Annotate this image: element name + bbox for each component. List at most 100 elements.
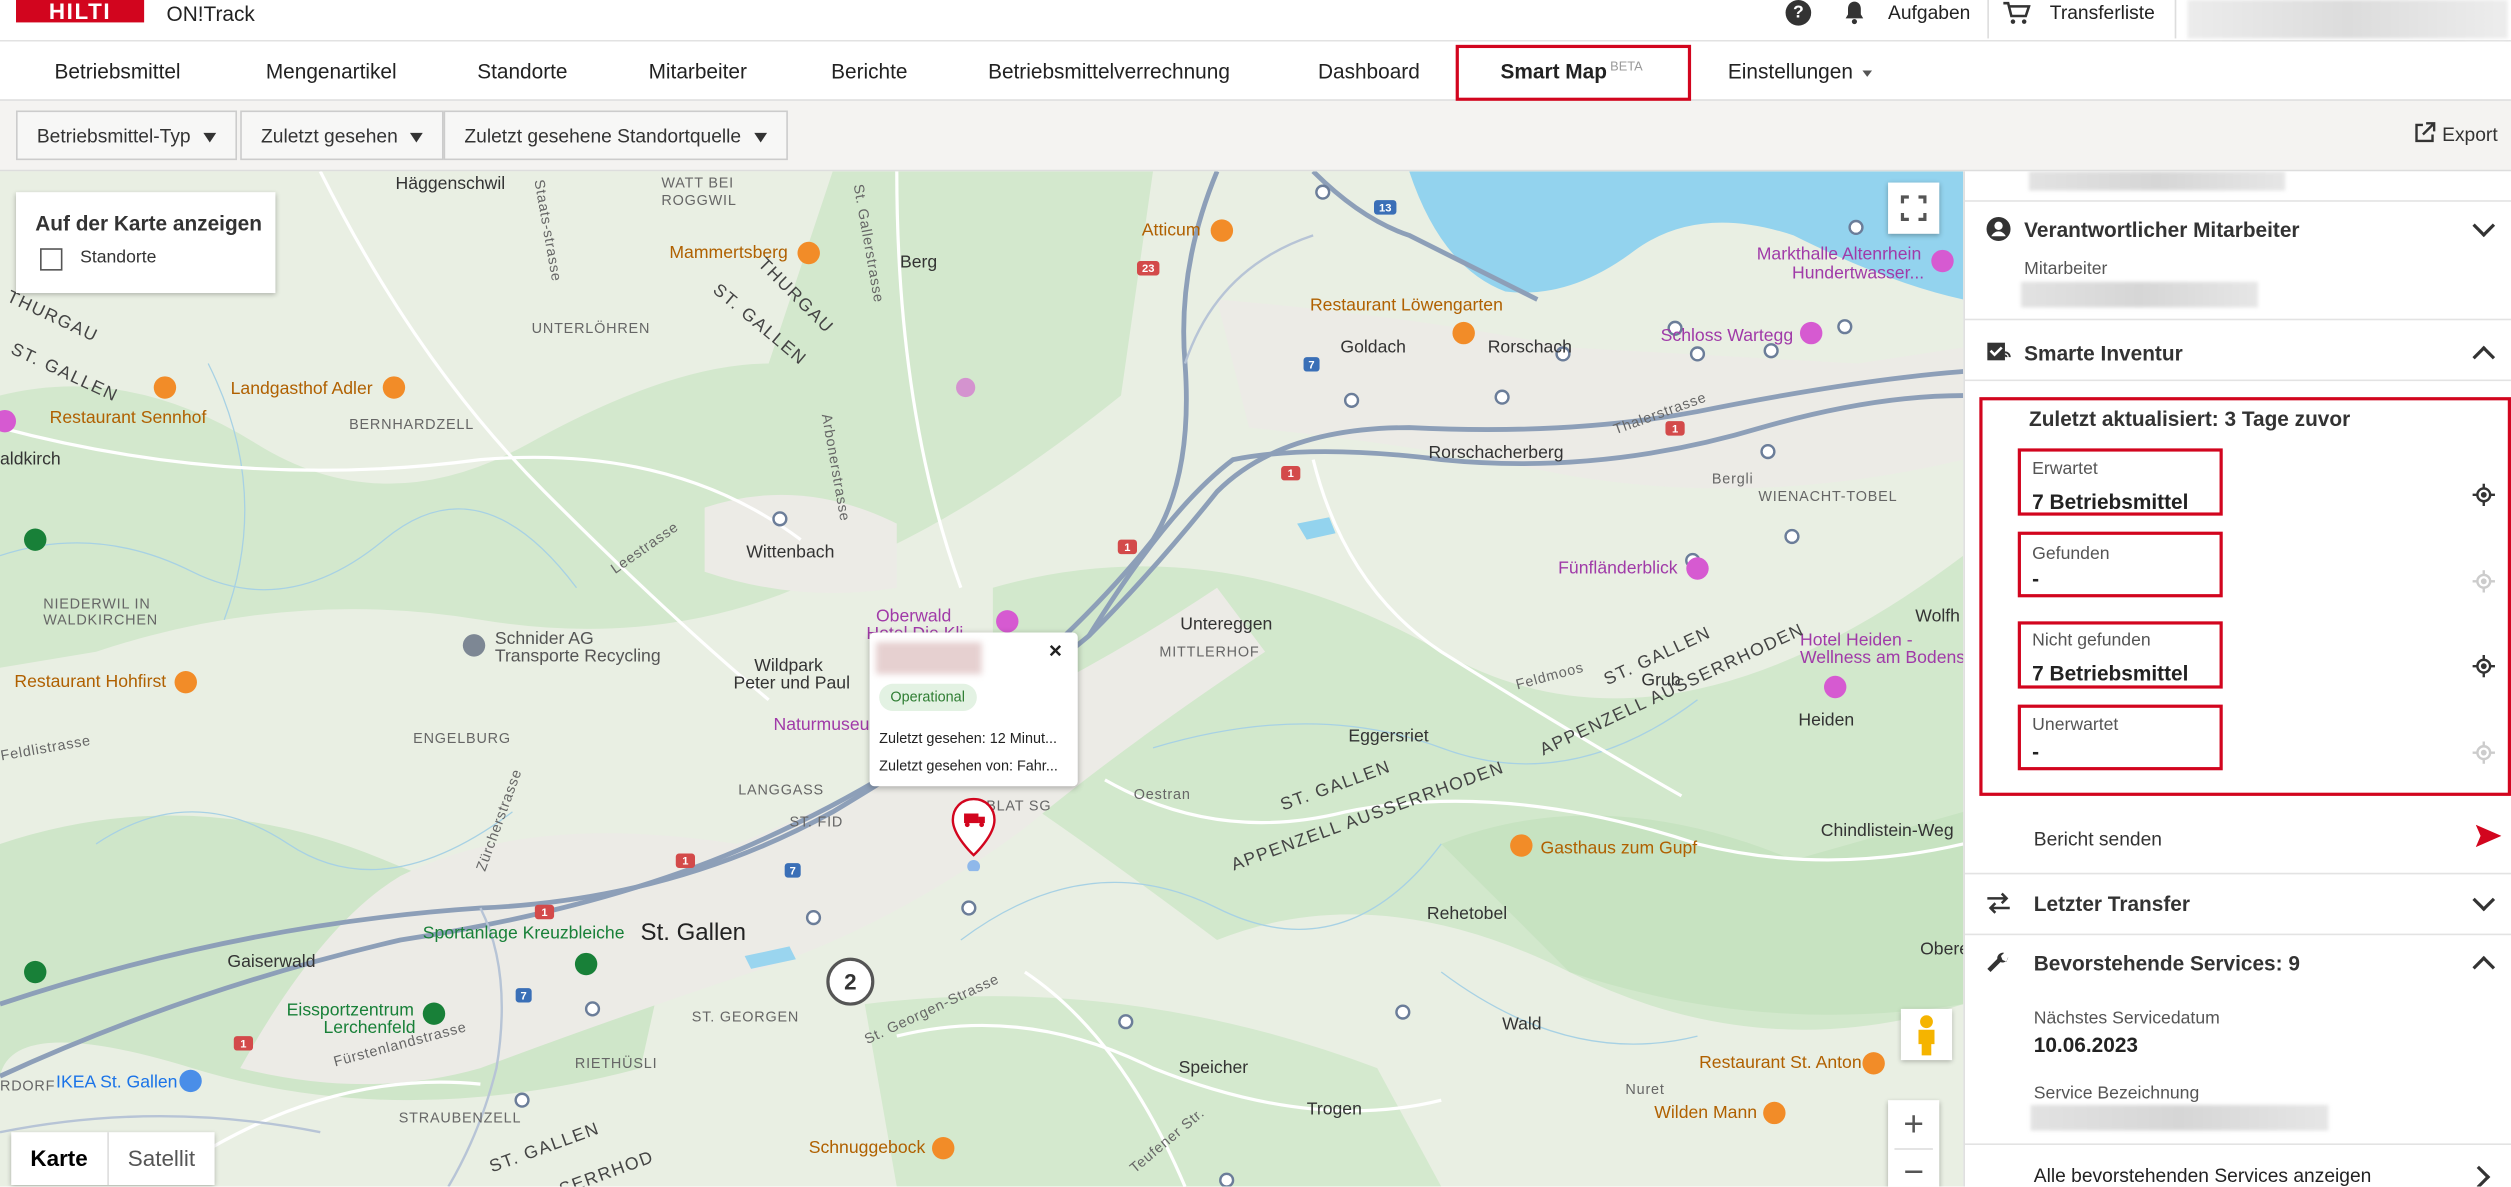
fullscreen-button[interactable] [1888, 182, 1940, 234]
chevron-up-icon[interactable] [2472, 955, 2496, 979]
route-shield: 1 [240, 1038, 246, 1050]
responsible-title[interactable]: Verantwortlicher Mitarbeiter [2024, 218, 2299, 242]
map-type-satellit[interactable]: Satellit [109, 1132, 215, 1185]
inventory-icon [1987, 342, 2011, 361]
chevron-down-icon[interactable] [2472, 888, 2496, 912]
locate-expected-icon[interactable] [2472, 483, 2495, 507]
route-shield: 1 [682, 856, 688, 868]
divider [2174, 0, 2177, 39]
filter-last-seen-source[interactable]: Zuletzt gesehene Standortquelle [443, 110, 788, 161]
expected-value: 7 Betriebsmittel [2032, 490, 2189, 515]
popup-last-seen: Zuletzt gesehen: 12 Minut... [879, 730, 1058, 747]
redacted-field [2028, 171, 2286, 191]
cluster-marker[interactable]: 2 [826, 957, 875, 1006]
standorte-checkbox[interactable] [40, 248, 63, 271]
details-sidebar: Verantwortlicher Mitarbeiter Mitarbeiter… [1963, 171, 2511, 1187]
nav-item-einstellungen[interactable]: Einstellungen [1728, 59, 1873, 83]
poi-oberwald[interactable]: Oberwald [876, 607, 951, 626]
pegman-icon [1918, 1015, 1935, 1056]
poi-landgasthof-adler[interactable]: Landgasthof Adler [231, 380, 373, 399]
map-type-control: Karte Satellit [11, 1132, 215, 1186]
poi-peterpaul[interactable]: Peter und Paul [733, 674, 850, 693]
place-wald: Wald [1502, 1015, 1542, 1035]
zoom-in-button[interactable]: + [1888, 1100, 1939, 1148]
poi-restaurant-sennhof[interactable]: Restaurant Sennhof [50, 408, 207, 427]
chevron-right-icon[interactable] [2467, 1165, 2491, 1187]
route-shield: 1 [1288, 468, 1294, 480]
close-icon[interactable]: × [1049, 637, 1062, 663]
last-transfer-title[interactable]: Letzter Transfer [2034, 892, 2190, 916]
area-straubenzell: STRAUBENZELL [398, 1109, 522, 1126]
area-wienacht: WIENACHT-TOBEL [1758, 488, 1898, 505]
street-view-button[interactable] [1900, 1008, 1953, 1061]
send-report-label[interactable]: Bericht senden [2034, 828, 2162, 850]
poi-restaurant-st-anton[interactable]: Restaurant St. Anton [1699, 1054, 1862, 1073]
hilti-logo[interactable]: HILTI [16, 0, 145, 22]
poi-transporte[interactable]: Transporte Recycling [495, 647, 661, 666]
poi-wilden-mann[interactable]: Wilden Mann [1654, 1103, 1757, 1122]
service-description-label: Service Bezeichnung [2033, 1084, 2200, 1104]
redacted-employee [2020, 281, 2258, 308]
redacted-service [2030, 1104, 2329, 1131]
smart-inventory-title[interactable]: Smarte Inventur [2024, 341, 2183, 365]
locate-found-icon[interactable] [2472, 570, 2495, 593]
nav-item-betriebsmittel[interactable]: Betriebsmittel [54, 59, 180, 83]
asset-marker[interactable] [951, 797, 996, 872]
area-st-georgen: ST. GEORGEN [691, 1008, 800, 1025]
tasks-link[interactable]: Aufgaben [1888, 2, 1970, 24]
chevron-down-icon[interactable] [2472, 214, 2496, 238]
poi-hotel-heiden[interactable]: Hotel Heiden - [1800, 631, 1913, 650]
map-canvas[interactable]: 1 1 1 1 1 1 1 7 7 7 23 13 Mammertsberg A… [0, 171, 1964, 1187]
nav-item-berichte[interactable]: Berichte [831, 59, 907, 83]
transfer-list-link[interactable]: Transferliste [2050, 2, 2155, 24]
user-menu[interactable] [2187, 0, 2508, 39]
poi-schnider[interactable]: Schnider AG [495, 629, 594, 648]
poi-wildpark[interactable]: Wildpark [754, 657, 823, 676]
export-button[interactable]: Export [2413, 122, 2498, 146]
poi-gasthaus-gupf[interactable]: Gasthaus zum Gupf [1541, 839, 1698, 858]
route-shield: 1 [541, 907, 547, 919]
zoom-out-button[interactable]: − [1888, 1148, 1939, 1186]
person-icon [1986, 216, 2011, 242]
chevron-up-icon[interactable] [2472, 345, 2496, 369]
nav-item-dashboard[interactable]: Dashboard [1318, 59, 1420, 83]
help-icon[interactable]: ? [1785, 0, 1812, 26]
send-icon[interactable] [2475, 824, 2502, 848]
poi-markthalle[interactable]: Markthalle Altenrhein [1757, 245, 1922, 264]
poi-ikea[interactable]: IKEA St. Gallen [56, 1073, 177, 1092]
place-chindlistein: Chindlistein-Weg [1820, 821, 1954, 841]
place-rorschacherberg: Rorschacherberg [1428, 443, 1564, 463]
area-oestran: Oestran [1133, 786, 1191, 803]
caret-down-icon [203, 132, 217, 143]
poi-eissport[interactable]: Eissportzentrum [287, 1001, 414, 1020]
cart-icon[interactable] [2002, 0, 2031, 26]
poi-schloss-wartegg[interactable]: Schloss Wartegg [1661, 327, 1794, 346]
bell-icon[interactable] [1842, 0, 1868, 26]
locate-not-found-icon[interactable] [2472, 654, 2495, 678]
poi-loewengarten[interactable]: Restaurant Löwengarten [1310, 296, 1503, 315]
nav-item-mengenartikel[interactable]: Mengenartikel [266, 59, 397, 83]
filter-asset-type[interactable]: Betriebsmittel-Typ [16, 110, 238, 161]
poi-atticum[interactable]: Atticum [1142, 221, 1201, 240]
place-st-gallen: St. Gallen [640, 919, 747, 947]
show-all-services-link[interactable]: Alle bevorstehenden Services anzeigen [2034, 1164, 2372, 1186]
upcoming-services-title[interactable]: Bevorstehende Services: 9 [2034, 951, 2300, 975]
map-type-karte[interactable]: Karte [11, 1132, 109, 1186]
filter-bar: Betriebsmittel-Typ Zuletzt gesehen Zulet… [0, 100, 2511, 172]
place-goldach: Goldach [1340, 337, 1407, 358]
standorte-label[interactable]: Standorte [80, 248, 156, 267]
nav-item-standorte[interactable]: Standorte [477, 59, 567, 83]
poi-schnuggebock[interactable]: Schnuggebock [809, 1139, 926, 1158]
nav-item-mitarbeiter[interactable]: Mitarbeiter [649, 59, 747, 83]
filter-last-seen[interactable]: Zuletzt gesehen [240, 110, 445, 161]
fullscreen-icon [1900, 195, 1927, 221]
poi-fuenflaender[interactable]: Fünfländerblick [1558, 559, 1677, 578]
area-fid: ST. FID [789, 813, 844, 830]
poi-kreuzbleiche[interactable]: Sportanlage Kreuzbleiche [423, 924, 625, 943]
poi-hundertwasser[interactable]: Hundertwasser... [1792, 264, 1924, 283]
poi-restaurant-hohfirst[interactable]: Restaurant Hohfirst [14, 673, 166, 692]
nav-item-betriebsmittelverrechnung[interactable]: Betriebsmittelverrechnung [988, 59, 1230, 83]
poi-wellness[interactable]: Wellness am Bodens [1800, 649, 1963, 668]
locate-unexpected-icon[interactable] [2472, 741, 2495, 764]
route-shield: 7 [521, 990, 527, 1002]
